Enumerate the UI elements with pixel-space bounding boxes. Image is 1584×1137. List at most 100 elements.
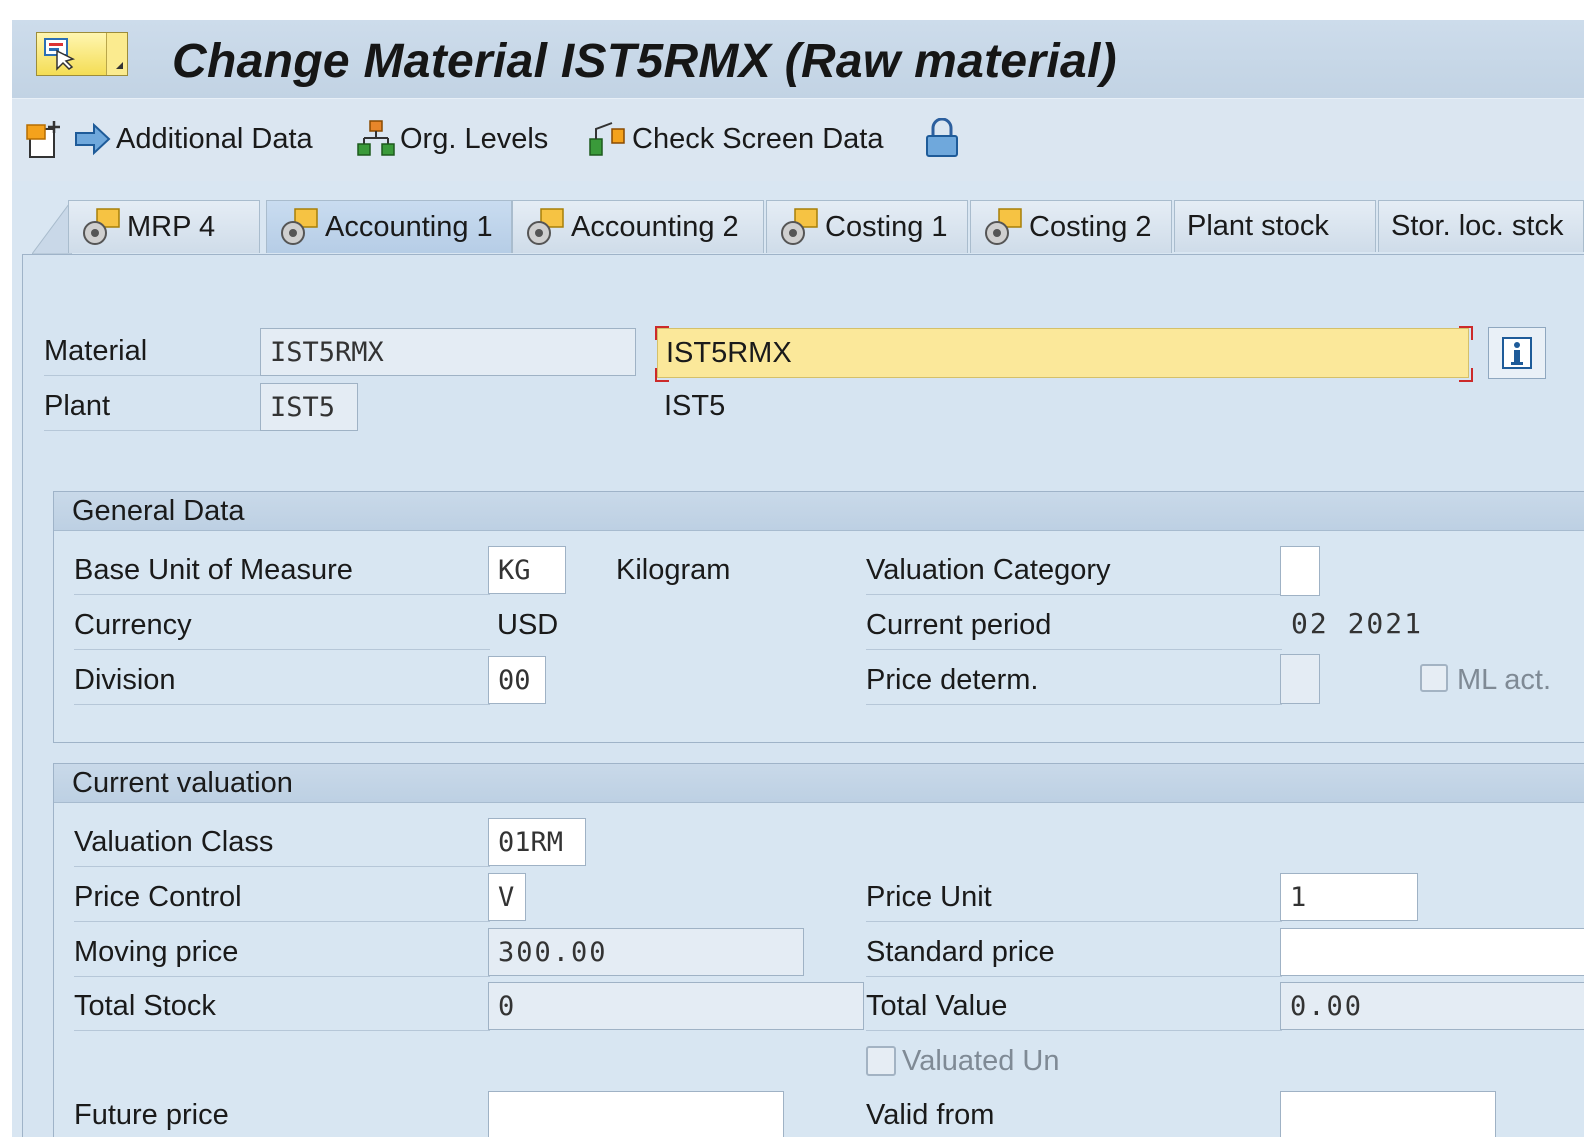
standard-price-input[interactable] — [1280, 928, 1584, 976]
current-period-value: 02 2021 — [1291, 607, 1424, 640]
org-structure-icon — [357, 120, 395, 156]
tab-label: Plant stock — [1187, 210, 1329, 242]
menu-dropdown-arrow[interactable] — [106, 33, 127, 75]
ml-act-label: ML act. — [1457, 664, 1552, 696]
group-header: Current valuation — [54, 764, 1584, 803]
label-underline — [74, 704, 490, 705]
base-uom-text: Kilogram — [616, 554, 731, 586]
valuation-class-label: Valuation Class — [74, 826, 274, 858]
tab-costing-1[interactable]: Costing 1 — [766, 200, 968, 253]
tab-label: Costing 1 — [825, 210, 948, 243]
material-label: Material — [44, 335, 148, 367]
info-button[interactable] — [1488, 327, 1546, 379]
material-field: IST5RMX — [260, 328, 636, 376]
other-material-button[interactable] — [26, 119, 68, 159]
total-stock-field: 0 — [488, 982, 864, 1030]
application-toolbar: Additional Data Org. Levels Check Screen… — [12, 98, 1584, 181]
menu-button[interactable] — [36, 32, 128, 76]
division-input[interactable]: 00 — [488, 656, 546, 704]
check-screen-data-button[interactable]: Check Screen Data — [588, 119, 883, 159]
valuation-category-input[interactable] — [1280, 546, 1320, 596]
additional-data-label: Additional Data — [116, 122, 313, 155]
label-underline — [74, 866, 490, 867]
price-determ-field — [1280, 654, 1320, 704]
sap-window: Change Material IST5RMX (Raw material) A… — [12, 20, 1584, 1137]
menu-icon — [44, 38, 76, 71]
page-title: Change Material IST5RMX (Raw material) — [172, 35, 1117, 88]
price-unit-label: Price Unit — [866, 881, 992, 913]
gear-sheet-icon — [281, 208, 318, 245]
arrow-right-icon — [75, 122, 111, 156]
total-value-field: 0.00 — [1280, 982, 1584, 1030]
tab-accounting-1[interactable]: Accounting 1 — [266, 200, 512, 253]
label-underline — [74, 976, 490, 977]
tab-mrp-4[interactable]: MRP 4 — [68, 200, 260, 253]
tab-label: Costing 2 — [1029, 210, 1152, 243]
label-underline — [74, 649, 490, 650]
label-underline — [866, 976, 1282, 977]
tab-label: Stor. loc. stck — [1391, 210, 1564, 242]
total-value-label: Total Value — [866, 990, 1008, 1022]
valuated-un-checkbox — [866, 1046, 896, 1076]
price-unit-input[interactable]: 1 — [1280, 873, 1418, 921]
lock-button[interactable] — [924, 118, 964, 159]
general-data-group: General Data Base Unit of Measure KG Kil… — [53, 491, 1584, 743]
tab-stor-loc-stck[interactable]: Stor. loc. stck — [1378, 200, 1584, 252]
label-underline — [44, 375, 270, 376]
total-stock-label: Total Stock — [74, 990, 216, 1022]
standard-price-label: Standard price — [866, 936, 1055, 968]
group-title: Current valuation — [72, 767, 293, 799]
tab-strip: MRP 4 Accounting 1 Accounting 2 Costing … — [12, 192, 1584, 254]
valuated-un-label: Valuated Un — [902, 1045, 1060, 1077]
label-underline — [866, 1030, 1282, 1031]
currency-value: USD — [497, 609, 559, 641]
required-marker — [1459, 368, 1473, 382]
future-price-label: Future price — [74, 1099, 229, 1131]
valuation-class-input[interactable]: 01RM — [488, 818, 586, 866]
division-label: Division — [74, 664, 176, 696]
label-underline — [866, 704, 1282, 705]
required-marker — [655, 368, 669, 382]
moving-price-field: 300.00 — [488, 928, 804, 976]
price-control-label: Price Control — [74, 881, 242, 913]
base-uom-label: Base Unit of Measure — [74, 554, 353, 586]
additional-data-button[interactable]: Additional Data — [74, 119, 313, 159]
base-uom-input[interactable]: KG — [488, 546, 566, 594]
required-marker — [655, 326, 669, 340]
info-icon — [1502, 337, 1532, 369]
org-levels-label: Org. Levels — [400, 122, 549, 155]
tab-plant-stock[interactable]: Plant stock — [1174, 200, 1376, 252]
ml-act-checkbox — [1420, 664, 1448, 692]
org-levels-button[interactable]: Org. Levels — [356, 119, 548, 159]
tab-content-accounting-1: Material IST5RMX IST5RMX Plant IST5 IST5… — [22, 254, 1584, 1137]
tab-accounting-2[interactable]: Accounting 2 — [512, 200, 764, 253]
valid-from-label: Valid from — [866, 1099, 995, 1131]
gear-sheet-icon — [527, 208, 564, 245]
label-underline — [74, 594, 490, 595]
group-title: General Data — [72, 495, 245, 527]
plant-label: Plant — [44, 390, 111, 422]
valid-from-input[interactable] — [1280, 1091, 1496, 1137]
price-control-input[interactable]: V — [488, 873, 526, 921]
other-material-icon — [26, 121, 60, 158]
material-description-input[interactable]: IST5RMX — [657, 328, 1469, 378]
future-price-input[interactable] — [488, 1091, 784, 1137]
material-description-text: IST5RMX — [666, 336, 792, 369]
tab-label: Accounting 2 — [571, 210, 739, 243]
label-underline — [74, 1030, 490, 1031]
tab-scroll-left[interactable] — [32, 200, 72, 254]
current-valuation-group: Current valuation Valuation Class 01RM P… — [53, 763, 1584, 1137]
lock-icon — [926, 118, 958, 157]
check-screen-icon — [589, 122, 625, 156]
current-period-label: Current period — [866, 609, 1052, 641]
plant-field: IST5 — [260, 383, 358, 431]
plant-description: IST5 — [664, 390, 726, 422]
group-header: General Data — [54, 492, 1584, 531]
required-marker — [1459, 326, 1473, 340]
label-underline — [866, 921, 1282, 922]
tab-costing-2[interactable]: Costing 2 — [970, 200, 1172, 253]
tab-label: Accounting 1 — [325, 210, 493, 243]
label-underline — [866, 649, 1282, 650]
price-determ-label: Price determ. — [866, 664, 1039, 696]
valuation-category-label: Valuation Category — [866, 554, 1111, 586]
